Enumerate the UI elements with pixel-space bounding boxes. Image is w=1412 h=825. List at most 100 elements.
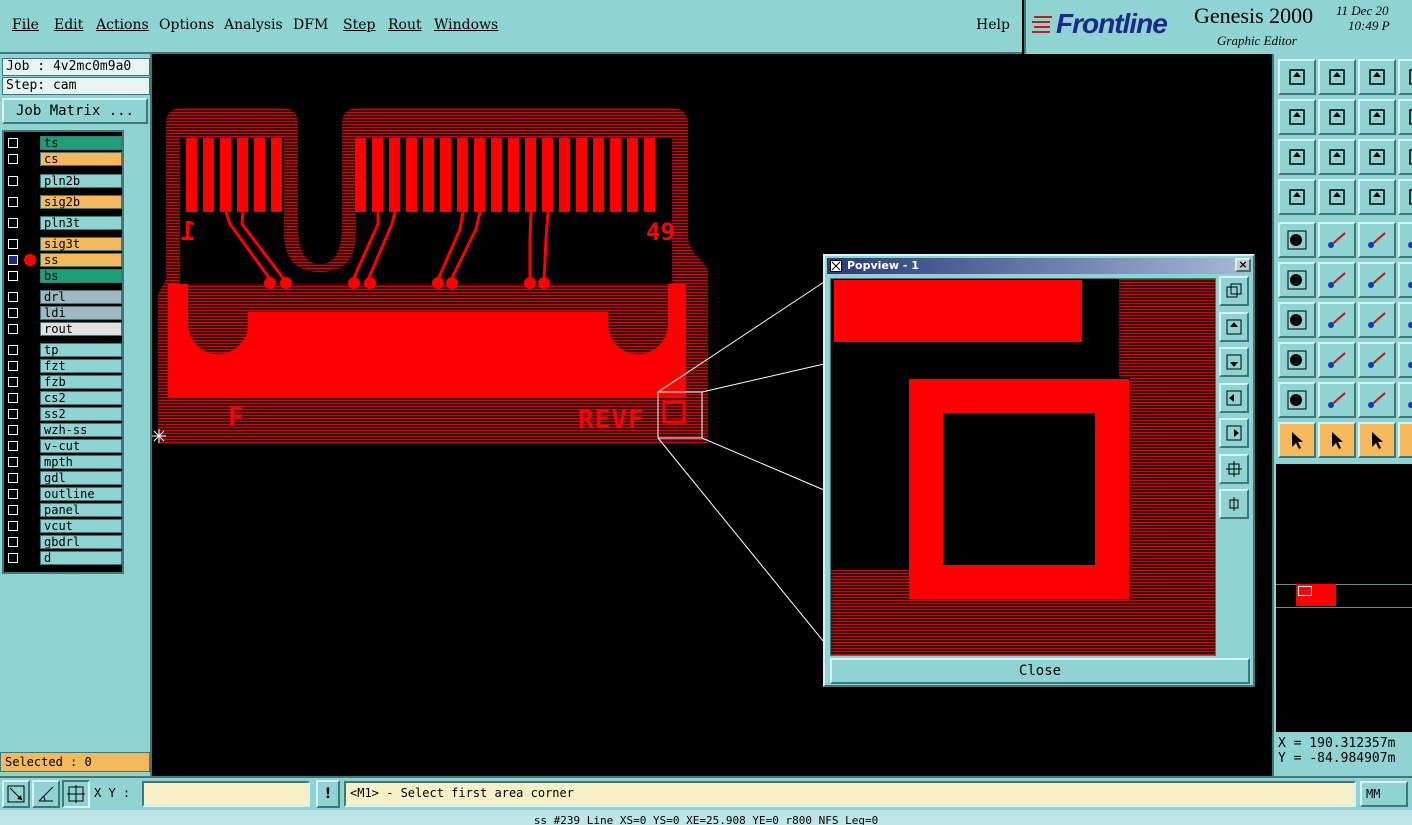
layer-name[interactable]: pln2b [40, 174, 122, 188]
job-matrix-button[interactable]: Job Matrix ... [2, 98, 148, 124]
overview-viewport-box[interactable] [1298, 586, 1312, 596]
layer-checkbox[interactable] [8, 176, 18, 186]
popview-pan-down-icon[interactable] [1219, 347, 1249, 377]
units-button[interactable]: MM [1360, 781, 1408, 807]
layer-row-rout[interactable]: rout [6, 322, 122, 336]
fit-all-icon[interactable] [1278, 139, 1316, 175]
layer-checkbox[interactable] [8, 324, 18, 334]
menu-actions[interactable]: Actions [96, 17, 149, 33]
popview-pan-left-icon[interactable] [1219, 383, 1249, 413]
zoom-icon[interactable] [1398, 99, 1412, 135]
pointer-box-icon[interactable] [1318, 422, 1356, 458]
layer-name[interactable]: outline [40, 487, 122, 501]
split-icon[interactable] [1318, 342, 1356, 378]
layer-icon[interactable] [1398, 179, 1412, 215]
arc-add-icon[interactable] [1358, 382, 1396, 418]
menu-options[interactable]: Options [159, 17, 214, 33]
more-d-icon[interactable] [1398, 382, 1412, 418]
layer-name[interactable]: sig2b [40, 195, 122, 209]
popview-close-icon[interactable]: × [1235, 258, 1251, 272]
ruler-icon[interactable] [1358, 222, 1396, 258]
layer-name[interactable]: wzh-ss [40, 423, 122, 437]
fit-profile-icon[interactable] [1318, 139, 1356, 175]
connect-icon[interactable] [1278, 262, 1316, 298]
layer-name[interactable]: ldi [40, 306, 122, 320]
menu-windows[interactable]: Windows [434, 17, 498, 33]
layer-checkbox[interactable] [8, 377, 18, 387]
layer-name[interactable]: pln3t [40, 216, 122, 230]
layer-row-vcut[interactable]: vcut [6, 519, 122, 533]
layer-name[interactable]: ss [40, 253, 122, 267]
move-point-icon[interactable] [1358, 262, 1396, 298]
menu-analysis[interactable]: Analysis [224, 17, 283, 33]
angle-icon[interactable] [1278, 302, 1316, 338]
layer-name[interactable]: cs2 [40, 391, 122, 405]
pan-down-icon[interactable] [1318, 59, 1356, 95]
mini-overview[interactable] [1276, 464, 1412, 734]
layer-row-fzb[interactable]: fzb [6, 375, 122, 389]
circle-icon[interactable] [1398, 222, 1412, 258]
layer-checkbox[interactable] [8, 197, 18, 207]
pad-add-icon[interactable] [1278, 342, 1316, 378]
bend-icon[interactable] [1398, 262, 1412, 298]
more-icon[interactable] [1398, 139, 1412, 175]
layer-checkbox[interactable] [8, 138, 18, 148]
layer-row-pln2b[interactable]: pln2b [6, 174, 122, 188]
popview-zoom-window-icon[interactable] [1219, 276, 1249, 306]
layer-row-gdl[interactable]: gdl [6, 471, 122, 485]
more-e-icon[interactable] [1398, 422, 1412, 458]
layer-checkbox[interactable] [8, 441, 18, 451]
pan-left-icon[interactable] [1278, 99, 1316, 135]
layer-row-fzt[interactable]: fzt [6, 359, 122, 373]
delete-icon[interactable] [1318, 262, 1356, 298]
layer-row-mpth[interactable]: mpth [6, 455, 122, 469]
layer-row-wzh-ss[interactable]: wzh-ss [6, 423, 122, 437]
scale-icon[interactable] [1358, 342, 1396, 378]
menu-edit[interactable]: Edit [54, 17, 83, 33]
layer-row-gbdrl[interactable]: gbdrl [6, 535, 122, 549]
layer-checkbox[interactable] [8, 345, 18, 355]
select-pad-icon[interactable] [1278, 222, 1316, 258]
layer-name[interactable]: gbdrl [40, 535, 122, 549]
layer-checkbox[interactable] [8, 425, 18, 435]
layer-checkbox[interactable] [8, 393, 18, 403]
layer-checkbox[interactable] [8, 409, 18, 419]
layer-row-drl[interactable]: drl [6, 290, 122, 304]
layer-name[interactable]: panel [40, 503, 122, 517]
layer-name[interactable]: fzt [40, 359, 122, 373]
window-menu-icon[interactable] [830, 260, 842, 272]
layer-checkbox[interactable] [8, 255, 18, 265]
layer-row-outline[interactable]: outline [6, 487, 122, 501]
layer-name[interactable]: sig3t [40, 237, 122, 251]
layer-name[interactable]: mpth [40, 455, 122, 469]
undo-view-icon[interactable] [1358, 99, 1396, 135]
menu-file[interactable]: File [12, 17, 39, 33]
grid-icon[interactable] [1318, 179, 1356, 215]
popview-pan-up-icon[interactable] [1219, 312, 1249, 342]
net-icon[interactable] [1358, 179, 1396, 215]
settings-icon[interactable] [1278, 179, 1316, 215]
scale-1-2-icon[interactable] [1358, 139, 1396, 175]
layer-row-sig3t[interactable]: sig3t [6, 237, 122, 251]
layer-checkbox[interactable] [8, 505, 18, 515]
warning-icon[interactable]: ! [316, 780, 340, 808]
layer-checkbox[interactable] [8, 521, 18, 531]
layer-name[interactable]: v-cut [40, 439, 122, 453]
layer-row-ss[interactable]: ss [6, 253, 122, 267]
popview-close-button[interactable]: Close [830, 658, 1250, 684]
layer-name[interactable]: rout [40, 322, 122, 336]
layer-row-cs[interactable]: cs [6, 152, 122, 166]
zoom-area-icon[interactable] [2, 780, 30, 808]
layer-row-v-cut[interactable]: v-cut [6, 439, 122, 453]
layer-name[interactable]: tp [40, 343, 122, 357]
layer-checkbox[interactable] [8, 361, 18, 371]
layer-checkbox[interactable] [8, 473, 18, 483]
menu-step[interactable]: Step [343, 17, 375, 33]
next-icon[interactable] [1398, 59, 1412, 95]
edit-line-icon[interactable] [1318, 302, 1356, 338]
layer-checkbox[interactable] [8, 218, 18, 228]
more-c-icon[interactable] [1398, 342, 1412, 378]
layer-row-tp[interactable]: tp [6, 343, 122, 357]
layer-name[interactable]: ss2 [40, 407, 122, 421]
layer-checkbox[interactable] [8, 553, 18, 563]
